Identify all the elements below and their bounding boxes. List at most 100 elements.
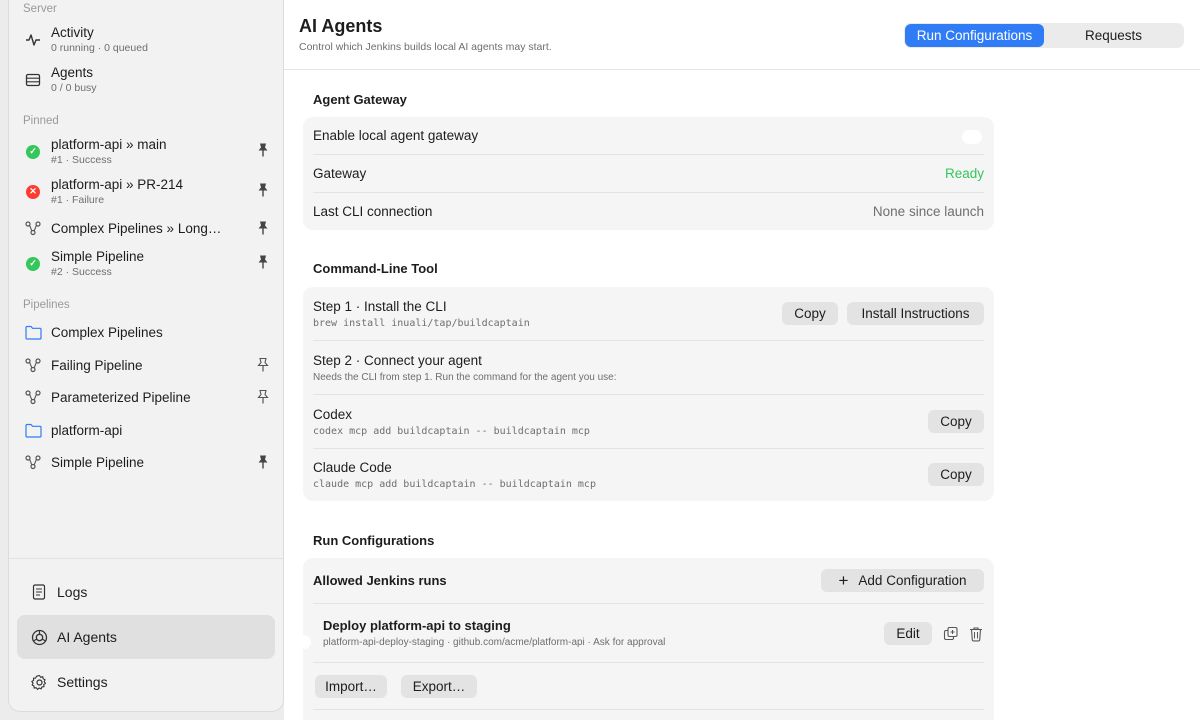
allowed-runs-label: Allowed Jenkins runs	[313, 573, 447, 588]
allowed-runs-header-row: Allowed Jenkins runs + Add Configuration	[313, 558, 984, 604]
failure-icon: ✕	[24, 183, 42, 201]
gateway-status: Ready	[944, 166, 984, 181]
sidebar-item-logs[interactable]: Logs	[17, 570, 275, 614]
sidebar-item-settings[interactable]: Settings	[17, 660, 275, 704]
copy-codex-button[interactable]: Copy	[928, 410, 984, 433]
pinned-item-detail: #2 · Success	[51, 266, 112, 278]
pinned-item-title: Simple Pipeline	[51, 249, 145, 264]
pipeline-item-title: Parameterized Pipeline	[51, 389, 191, 405]
pipeline-item[interactable]: Parameterized Pipeline	[9, 388, 283, 406]
add-configuration-label: Add Configuration	[858, 573, 967, 588]
pin-filled-icon[interactable]	[255, 454, 271, 470]
pinned-item[interactable]: ✓ Simple Pipeline #2 · Success	[9, 249, 283, 278]
codex-title: Codex	[313, 406, 353, 422]
pin-filled-icon[interactable]	[255, 220, 271, 236]
install-instructions-button[interactable]: Install Instructions	[847, 302, 984, 325]
pin-filled-icon[interactable]	[255, 182, 271, 198]
sidebar-item-ai-agents[interactable]: AI Agents	[17, 615, 275, 659]
step2-title: Step 2 · Connect your agent	[313, 352, 482, 368]
sidebar-item-label: Logs	[57, 584, 88, 600]
enable-gateway-label: Enable local agent gateway	[313, 128, 479, 143]
trash-icon[interactable]	[969, 626, 983, 642]
pinned-item[interactable]: Complex Pipelines » Long…	[9, 219, 283, 237]
sidebar-item-label: AI Agents	[57, 629, 117, 645]
sidebar-divider	[9, 558, 283, 559]
run-config-title: Deploy platform-api to staging	[323, 618, 511, 633]
add-configuration-button[interactable]: + Add Configuration	[821, 569, 984, 592]
folder-icon	[24, 421, 42, 439]
section-label-pinned: Pinned	[23, 115, 59, 127]
pinned-item[interactable]: ✓ platform-api » main #1 · Success	[9, 137, 283, 166]
gear-icon	[30, 673, 48, 691]
pinned-item-title: platform-api » PR-214	[51, 177, 184, 192]
sidebar-item-agents[interactable]: Agents 0 / 0 busy	[9, 65, 283, 94]
sidebar-item-title: Activity	[51, 25, 94, 40]
main-content: AI Agents Control which Jenkins builds l…	[284, 0, 1200, 720]
document-icon	[30, 583, 48, 601]
tab-run-configurations[interactable]: Run Configurations	[905, 24, 1044, 47]
pipeline-item-title: Failing Pipeline	[51, 357, 143, 373]
sidebar-item-detail: 0 / 0 busy	[51, 82, 97, 94]
import-button[interactable]: Import…	[315, 675, 387, 698]
section-heading-cli: Command-Line Tool	[313, 261, 438, 276]
pinned-item-title: Complex Pipelines » Long…	[51, 220, 222, 236]
server-rack-icon	[24, 71, 42, 89]
cli-step2-row: Step 2 · Connect your agent Needs the CL…	[313, 341, 984, 395]
copy-install-button[interactable]: Copy	[782, 302, 838, 325]
plus-icon: +	[838, 571, 849, 590]
pinned-item-title: platform-api » main	[51, 137, 167, 152]
export-button[interactable]: Export…	[401, 675, 477, 698]
sidebar-item-detail: 0 running · 0 queued	[51, 42, 148, 54]
tab-requests[interactable]: Requests	[1044, 24, 1183, 47]
pin-filled-icon[interactable]	[255, 254, 271, 270]
pipeline-item[interactable]: Simple Pipeline	[9, 453, 283, 471]
gateway-status-row: Gateway Ready	[313, 155, 984, 193]
sidebar-item-activity[interactable]: Activity 0 running · 0 queued	[9, 25, 283, 54]
page-header: AI Agents Control which Jenkins builds l…	[284, 0, 1200, 70]
codex-command: codex mcp add buildcaptain -- buildcapta…	[313, 425, 590, 437]
pipeline-item[interactable]: Failing Pipeline	[9, 356, 283, 374]
activity-icon	[24, 31, 42, 49]
pipeline-item[interactable]: Complex Pipelines	[9, 323, 283, 341]
step2-note: Needs the CLI from step 1. Run the comma…	[313, 371, 617, 383]
gateway-label: Gateway	[313, 166, 367, 181]
pin-outline-icon[interactable]	[255, 357, 271, 373]
success-icon: ✓	[24, 143, 42, 161]
copy-claude-button[interactable]: Copy	[928, 463, 984, 486]
pinned-item-detail: #1 · Success	[51, 154, 112, 166]
section-label-pipelines: Pipelines	[23, 299, 70, 311]
runconfig-card: Allowed Jenkins runs + Add Configuration…	[303, 558, 994, 720]
cli-claude-row: Claude Code claude mcp add buildcaptain …	[313, 449, 984, 501]
section-label-server: Server	[23, 3, 57, 15]
sidebar-item-title: Agents	[51, 65, 94, 80]
cli-card: Step 1 · Install the CLI brew install in…	[303, 287, 994, 501]
pin-outline-icon[interactable]	[255, 389, 271, 405]
gateway-enable-row: Enable local agent gateway	[313, 117, 984, 155]
pipeline-item-title: Simple Pipeline	[51, 454, 145, 470]
edit-button[interactable]: Edit	[884, 622, 932, 645]
section-heading-run-configurations: Run Configurations	[313, 533, 435, 548]
run-configuration-item: Deploy platform-api to staging platform-…	[313, 604, 984, 663]
pin-filled-icon[interactable]	[255, 142, 271, 158]
duplicate-icon[interactable]	[943, 626, 959, 642]
sidebar: Server Activity 0 running · 0 queued Age…	[8, 0, 284, 712]
pinned-item[interactable]: ✕ platform-api » PR-214 #1 · Failure	[9, 177, 283, 206]
step1-command: brew install inuali/tap/buildcaptain	[313, 317, 530, 329]
run-config-detail: platform-api-deploy-staging · github.com…	[323, 637, 666, 648]
pipeline-item[interactable]: platform-api	[9, 421, 283, 439]
success-icon: ✓	[24, 255, 42, 273]
last-cli-value: None since launch	[872, 204, 984, 219]
gateway-card: Enable local agent gateway Gateway Ready…	[303, 117, 994, 230]
cli-step1-row: Step 1 · Install the CLI brew install in…	[313, 287, 984, 341]
folder-icon	[24, 323, 42, 341]
pipeline-icon	[24, 388, 42, 406]
claude-command: claude mcp add buildcaptain -- buildcapt…	[313, 479, 596, 490]
page-title: AI Agents	[299, 16, 383, 36]
claude-title: Claude Code	[313, 460, 392, 475]
section-heading-agent-gateway: Agent Gateway	[313, 92, 407, 107]
step1-title: Step 1 · Install the CLI	[313, 298, 447, 314]
pipeline-icon	[24, 219, 42, 237]
last-cli-row: Last CLI connection None since launch	[313, 193, 984, 230]
view-segmented-control[interactable]: Run Configurations Requests	[904, 23, 1184, 48]
pipeline-icon	[24, 356, 42, 374]
